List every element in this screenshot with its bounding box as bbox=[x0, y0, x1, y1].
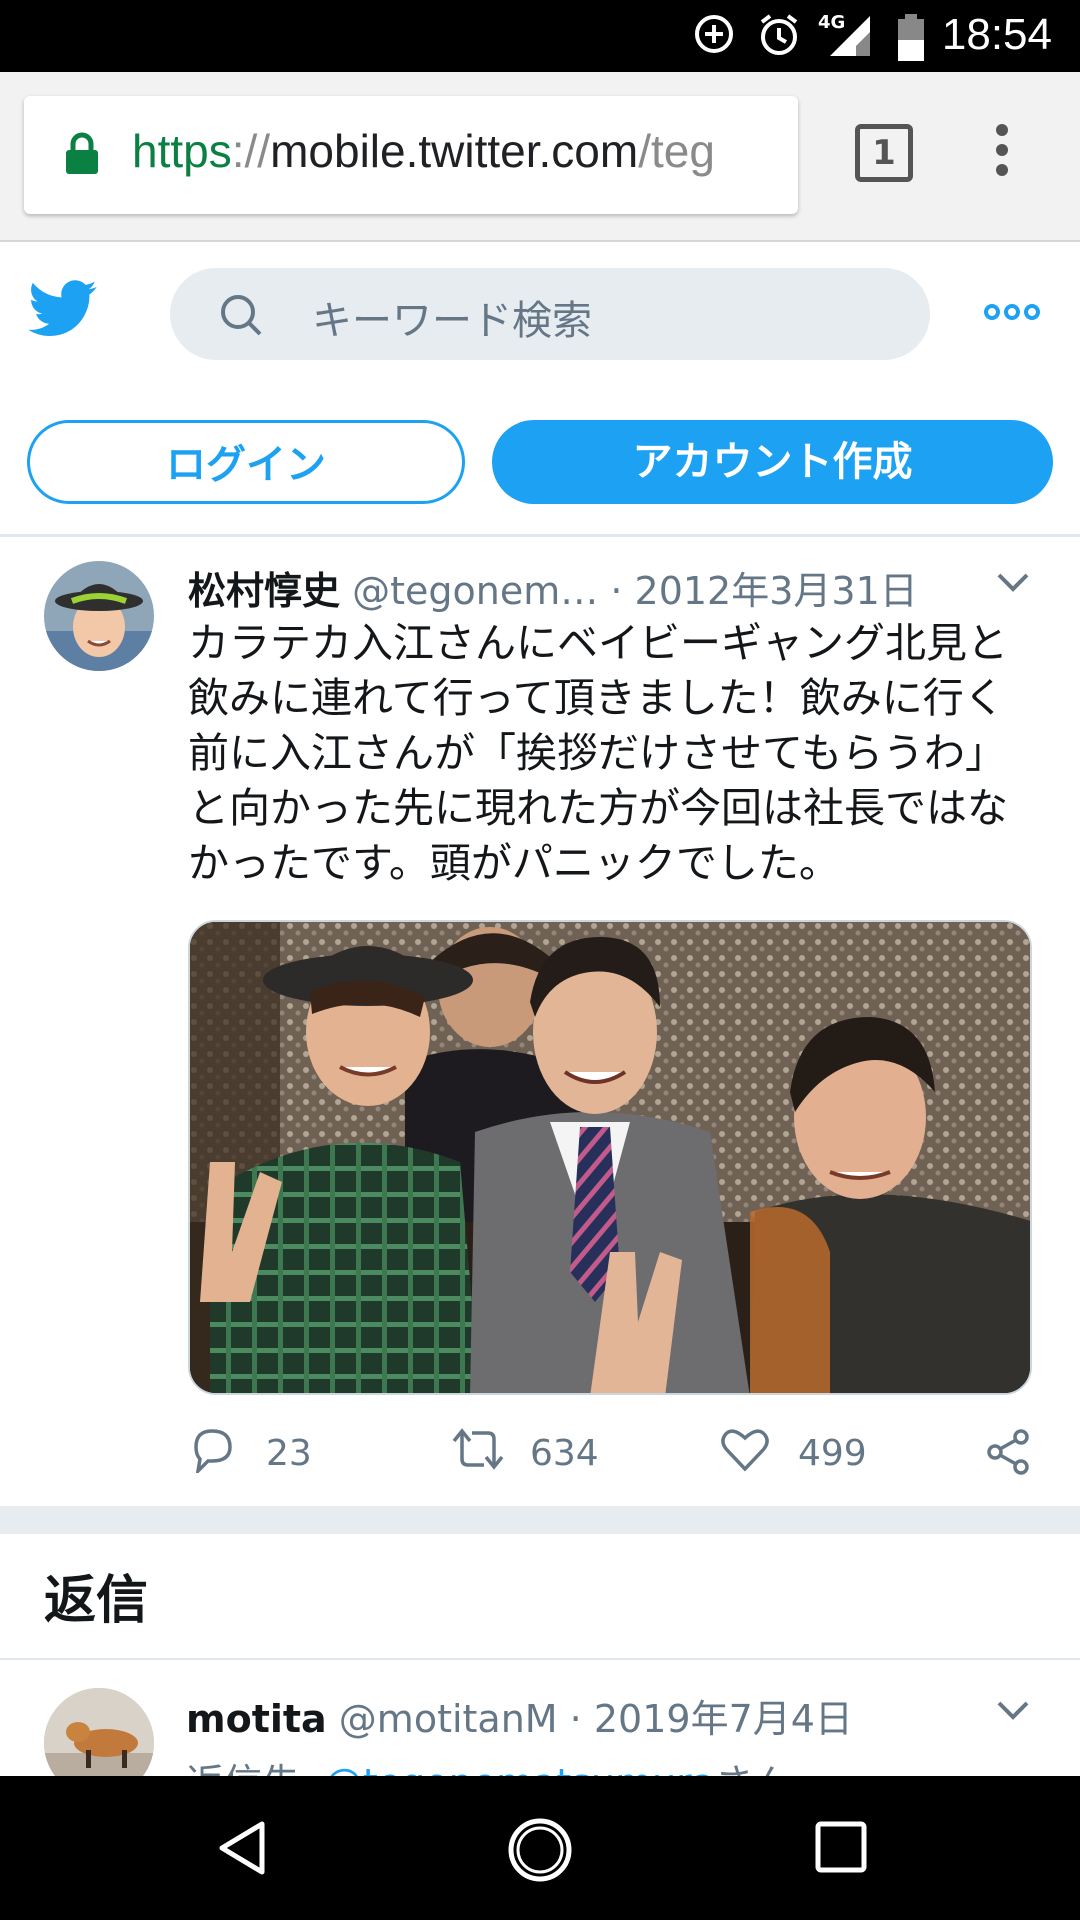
status-bar: 4G 18:54 bbox=[0, 0, 1080, 72]
like-action[interactable]: 499 bbox=[720, 1425, 920, 1479]
retweet-count: 634 bbox=[530, 1433, 599, 1474]
alarm-icon bbox=[760, 14, 798, 55]
tab-switcher-button[interactable]: 1 bbox=[855, 124, 913, 182]
twitter-logo-icon[interactable] bbox=[28, 280, 98, 338]
home-icon[interactable] bbox=[506, 1816, 574, 1884]
chevron-down-icon[interactable] bbox=[995, 570, 1031, 594]
like-count: 499 bbox=[798, 1433, 867, 1474]
reply-author-name[interactable]: motita bbox=[186, 1697, 327, 1741]
replies-heading: 返信 bbox=[44, 1571, 149, 1631]
url-text: https://mobile.twitter.com/teg bbox=[132, 125, 715, 177]
tweet-header: 松村惇史 @tegonem… · 2012年3月31日 bbox=[188, 560, 1028, 613]
battery-icon bbox=[898, 14, 924, 61]
navigation-bar bbox=[0, 1776, 1080, 1920]
menu-dots-icon[interactable] bbox=[990, 122, 1014, 178]
signup-button[interactable]: アカウント作成 bbox=[492, 420, 1053, 504]
back-icon[interactable] bbox=[214, 1818, 270, 1878]
search-placeholder: キーワード検索 bbox=[312, 298, 592, 344]
search-input[interactable]: キーワード検索 bbox=[170, 268, 930, 360]
data-saver-icon bbox=[695, 15, 733, 53]
avatar[interactable] bbox=[44, 561, 154, 671]
search-icon bbox=[221, 295, 262, 336]
reply-icon bbox=[194, 1429, 232, 1477]
address-bar[interactable]: https://mobile.twitter.com/teg bbox=[24, 96, 798, 214]
separator-dot: · bbox=[569, 1697, 582, 1741]
reply-author-handle[interactable]: @motitanM bbox=[339, 1697, 558, 1741]
signal-icon bbox=[830, 16, 870, 56]
share-icon[interactable] bbox=[985, 1425, 1033, 1479]
reply-count: 23 bbox=[266, 1433, 312, 1474]
divider bbox=[0, 534, 1080, 537]
recents-icon[interactable] bbox=[814, 1820, 868, 1874]
reply-header: motita @motitanM · 2019年7月4日 bbox=[186, 1688, 853, 1743]
tweet-photo[interactable] bbox=[188, 920, 1032, 1395]
tweet-text: カラテカ入江さんにベイビーギャング北見と 飲みに連れて行って頂きました！飲みに行… bbox=[188, 619, 1008, 887]
tweet-author-handle[interactable]: @tegonem… bbox=[352, 569, 598, 613]
more-options-icon[interactable] bbox=[984, 300, 1040, 324]
reply-action[interactable]: 23 bbox=[188, 1425, 388, 1479]
lock-icon bbox=[66, 132, 98, 174]
retweet-icon bbox=[452, 1428, 504, 1470]
heart-icon bbox=[721, 1429, 769, 1472]
clock: 18:54 bbox=[941, 10, 1052, 59]
divider bbox=[0, 1658, 1080, 1660]
login-button[interactable]: ログイン bbox=[27, 420, 465, 504]
retweet-action[interactable]: 634 bbox=[450, 1425, 650, 1479]
browser-toolbar: https://mobile.twitter.com/teg 1 bbox=[0, 72, 1080, 242]
section-separator bbox=[0, 1506, 1080, 1534]
separator-dot: · bbox=[610, 569, 623, 613]
chevron-down-icon[interactable] bbox=[995, 1698, 1031, 1722]
reply-date[interactable]: 2019年7月4日 bbox=[594, 1697, 853, 1741]
tweet-date[interactable]: 2012年3月31日 bbox=[635, 569, 918, 613]
tweet-author-name[interactable]: 松村惇史 bbox=[188, 569, 340, 613]
